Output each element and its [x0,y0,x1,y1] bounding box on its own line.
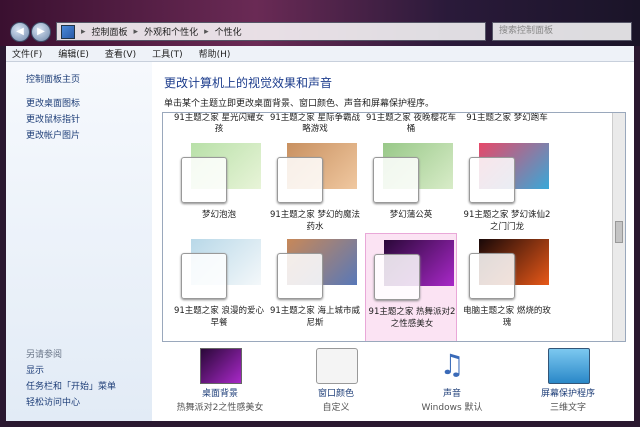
menu-file[interactable]: 文件(F) [12,47,42,60]
sidebar-link-mouse-pointer[interactable]: 更改鼠标指针 [26,112,80,125]
window-frame [0,421,640,427]
sidebar: 控制面板主页 更改桌面图标 更改鼠标指针 更改帐户图片 另请参阅 显示 任务栏和… [6,62,152,421]
menu-tools[interactable]: 工具(T) [152,47,183,60]
window-frame [634,46,640,427]
menu-bar: 文件(F) 编辑(E) 查看(V) 工具(T) 帮助(H) [6,46,634,62]
breadcrumb-appearance[interactable]: 外观和个性化 [144,25,198,38]
sidebar-link-home[interactable]: 控制面板主页 [26,72,80,85]
menu-help[interactable]: 帮助(H) [199,47,231,60]
sidebar-link-ease-of-access[interactable]: 轻松访问中心 [26,395,80,408]
window-color-swatch [277,253,323,299]
scrollbar-thumb[interactable] [615,221,623,243]
window-color-swatch [181,253,227,299]
page-subtitle: 单击某个主题立即更改桌面背景、窗口颜色、声音和屏幕保护程序。 [164,99,435,109]
window-color-swatch [469,253,515,299]
window-color-swatch [181,157,227,203]
theme-caption: 91主题之家 浪漫的爱心早餐 [173,306,265,328]
setting-value: 热舞派对2之性感美女 [176,403,264,413]
sound-icon: ♫ [439,348,465,381]
chevron-right-icon: ▸ [133,26,139,37]
search-input[interactable]: 搜索控制面板 [492,22,632,41]
sidebar-link-account-picture[interactable]: 更改帐户图片 [26,128,80,141]
sidebar-link-taskbar[interactable]: 任务栏和「开始」菜单 [26,379,116,392]
theme-caption: 梦幻泡泡 [201,210,236,220]
title-bar: ◀ ▶ ▸ 控制面板 ▸ 外观和个性化 ▸ 个性化 搜索控制面板 [0,0,640,46]
theme-tile[interactable]: 91主题之家 浪漫的爱心早餐 [173,233,265,341]
window-color-swatch [469,157,515,203]
window-color-setting[interactable]: 窗口颜色 自定义 [286,348,386,418]
window-color-icon [316,348,358,384]
desktop-background-icon [200,348,242,384]
partial-caption: 91主题之家 星际争霸战略游戏 [269,113,361,134]
desktop-background-setting[interactable]: 桌面背景 热舞派对2之性感美女 [170,348,270,418]
back-button[interactable]: ◀ [10,22,30,42]
window-color-swatch [373,157,419,203]
theme-caption: 91主题之家 梦幻诛仙2之门门龙 [463,210,551,232]
theme-gallery[interactable]: 91主题之家 星光闪耀女孩 91主题之家 星际争霸战略游戏 91主题之家 夜晚樱… [162,112,626,342]
gallery-scrollbar[interactable] [612,113,625,341]
chevron-right-icon: ▸ [204,26,209,37]
theme-caption: 91主题之家 热舞派对2之性感美女 [368,307,456,329]
breadcrumb-control-panel[interactable]: 控制面板 [92,25,128,38]
setting-label[interactable]: 桌面背景 [170,386,270,399]
setting-label[interactable]: 屏幕保护程序 [518,386,618,399]
sound-setting[interactable]: ♫ 声音 Windows 默认 [402,348,502,418]
partial-caption: 91主题之家 夜晚樱花车桶 [365,113,457,134]
screensaver-icon [548,348,590,384]
setting-label[interactable]: 声音 [402,386,502,399]
breadcrumb-personalization[interactable]: 个性化 [215,25,242,38]
menu-edit[interactable]: 编辑(E) [58,47,89,60]
chevron-right-icon: ▸ [81,26,86,37]
sidebar-link-display[interactable]: 显示 [26,363,44,376]
window-color-swatch [277,157,323,203]
sidebar-link-desktop-icons[interactable]: 更改桌面图标 [26,96,80,109]
see-also-heading: 另请参阅 [26,350,63,360]
partial-caption: 91主题之家 星光闪耀女孩 [173,113,265,134]
window-color-swatch [374,254,420,300]
forward-button[interactable]: ▶ [31,22,51,42]
setting-value: 三维文字 [549,403,586,413]
theme-caption: 电脑主题之家 燃烧的玫瑰 [463,306,551,328]
page-title: 更改计算机上的视觉效果和声音 [164,76,333,90]
partial-caption: 91主题之家 梦幻跑车 [466,113,548,123]
theme-tile[interactable]: 电脑主题之家 燃烧的玫瑰 [461,233,553,341]
setting-value: 自定义 [322,403,350,413]
theme-caption: 91主题之家 海上城市威尼斯 [269,306,361,328]
theme-tile[interactable]: 91主题之家 热舞派对2之性感美女 [365,233,457,341]
theme-caption: 梦幻蒲公英 [389,210,433,220]
theme-caption: 91主题之家 梦幻的魔法药水 [269,210,361,232]
setting-value: Windows 默认 [421,403,483,413]
screensaver-setting[interactable]: 屏幕保护程序 三维文字 [518,348,618,418]
theme-tile[interactable]: 91主题之家 海上城市威尼斯 [269,233,361,341]
address-bar[interactable]: ▸ 控制面板 ▸ 外观和个性化 ▸ 个性化 [56,22,486,41]
control-panel-icon [61,24,75,39]
menu-view[interactable]: 查看(V) [105,47,136,60]
setting-label[interactable]: 窗口颜色 [286,386,386,399]
main-content: 更改计算机上的视觉效果和声音 单击某个主题立即更改桌面背景、窗口颜色、声音和屏幕… [152,62,634,421]
